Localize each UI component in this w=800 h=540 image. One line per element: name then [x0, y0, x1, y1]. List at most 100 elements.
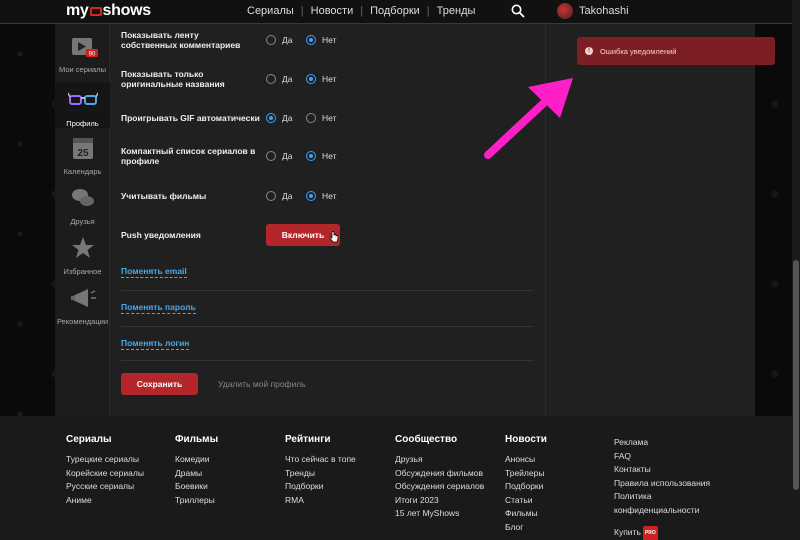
sidebar-item-my-shows[interactable]: 90 Мои сериалы [55, 32, 110, 80]
footer-link[interactable]: Итоги 2023 [395, 494, 484, 508]
calendar-badge: 25 [77, 148, 89, 159]
scrollbar-thumb[interactable] [793, 260, 799, 490]
footer-link[interactable]: Тренды [285, 467, 356, 481]
sidebar-item-favorites[interactable]: Избранное [55, 234, 110, 280]
footer-link[interactable]: Аниме [66, 494, 144, 508]
my-shows-badge: 90 [88, 52, 95, 58]
footer-link[interactable]: Комедии [175, 453, 218, 467]
save-button[interactable]: Сохранить [121, 373, 198, 395]
footer-heading: Новости [505, 434, 547, 445]
glasses-icon [66, 92, 99, 105]
radio-no[interactable]: Нет [306, 113, 336, 123]
footer-link[interactable]: Триллеры [175, 494, 218, 508]
nav-item-trends[interactable]: Тренды [430, 5, 483, 17]
setting-label: Показывать ленту собственных комментарие… [121, 30, 241, 50]
sidebar-item-friends[interactable]: Друзья [55, 184, 110, 230]
nav-item-serials[interactable]: Сериалы [240, 5, 301, 17]
notification-error-toast[interactable]: ! Ошибка уведомлений [577, 37, 775, 65]
radio-yes[interactable]: Да [266, 151, 292, 161]
footer-link[interactable]: Друзья [395, 453, 484, 467]
megaphone-icon [70, 289, 96, 307]
setting-row-own-comments: Показывать ленту собственных комментарие… [121, 30, 541, 54]
footer-heading: Рейтинги [285, 434, 331, 445]
search-icon[interactable] [511, 4, 525, 18]
main-nav: Сериалы | Новости | Подборки | Тренды [240, 5, 482, 17]
sidebar-item-label: Мои сериалы [59, 65, 106, 74]
star-icon [71, 237, 94, 258]
chat-bubbles-icon [71, 189, 94, 206]
buy-pro-link[interactable]: Купить PRO [614, 526, 734, 540]
footer-link[interactable]: Подборки [285, 480, 356, 494]
change-email-link[interactable]: Поменять email [121, 266, 187, 278]
setting-label: Push уведомления [121, 230, 201, 240]
setting-label: Учитывать фильмы [121, 191, 207, 201]
pro-badge: PRO [642, 526, 658, 540]
sidebar: 90 Мои сериалы Профиль 25 Календарь Друз… [55, 24, 110, 416]
nav-item-news[interactable]: Новости [304, 5, 361, 17]
footer-link[interactable]: Трейлеры [505, 467, 547, 481]
footer-link[interactable]: Правила использования [614, 477, 734, 491]
radio-yes[interactable]: Да [266, 35, 292, 45]
site-footer: Сериалы Турецкие сериалы Корейские сериа… [0, 416, 792, 540]
footer-col-info: Реклама FAQ Контакты Правила использован… [614, 436, 734, 540]
footer-link[interactable]: Блог [505, 521, 547, 535]
setting-label: Проигрывать GIF автоматически [121, 113, 260, 123]
footer-link[interactable]: Политика конфиденциальности [614, 490, 734, 517]
footer-link[interactable]: Анонсы [505, 453, 547, 467]
footer-link[interactable]: FAQ [614, 450, 734, 464]
nav-item-collections[interactable]: Подборки [363, 5, 427, 17]
top-header: my shows Сериалы | Новости | Подборки | Тренды … [0, 0, 792, 24]
clapperboard-icon: 90 [71, 38, 98, 58]
radio-no[interactable]: Нет [306, 151, 336, 161]
delete-profile-link[interactable]: Удалить мой профиль [218, 379, 306, 389]
footer-link[interactable]: Реклама [614, 436, 734, 450]
tv-logo-icon [89, 7, 102, 16]
footer-link[interactable]: Подборки [505, 480, 547, 494]
site-logo[interactable]: my shows [66, 2, 151, 20]
footer-heading: Сериалы [66, 434, 112, 445]
footer-col-ratings: Рейтинги Что сейчас в топе Тренды Подбор… [285, 434, 356, 507]
footer-link[interactable]: Корейские сериалы [66, 467, 144, 481]
radio-yes[interactable]: Да [266, 191, 292, 201]
footer-link[interactable]: Фильмы [505, 507, 547, 521]
footer-heading: Фильмы [175, 434, 219, 445]
footer-link[interactable]: Боевики [175, 480, 218, 494]
radio-no[interactable]: Нет [306, 191, 336, 201]
footer-heading: Сообщество [395, 434, 458, 445]
page-scrollbar[interactable] [792, 0, 800, 540]
radio-yes[interactable]: Да [266, 113, 292, 123]
footer-link[interactable]: Драмы [175, 467, 218, 481]
footer-link[interactable]: Турецкие сериалы [66, 453, 144, 467]
setting-label: Показывать только оригинальные названия [121, 69, 225, 89]
radio-yes[interactable]: Да [266, 74, 292, 84]
sidebar-item-profile[interactable]: Профиль [55, 82, 110, 128]
footer-link[interactable]: Статьи [505, 494, 547, 508]
footer-col-movies: Фильмы Комедии Драмы Боевики Триллеры [175, 434, 218, 507]
footer-link[interactable]: Русские сериалы [66, 480, 144, 494]
divider [121, 360, 534, 361]
radio-no[interactable]: Нет [306, 35, 336, 45]
hand-cursor-icon [329, 231, 339, 243]
change-login-link[interactable]: Поменять логин [121, 338, 190, 350]
footer-col-serials: Сериалы Турецкие сериалы Корейские сериа… [66, 434, 144, 507]
footer-link[interactable]: Обсуждения фильмов [395, 467, 484, 481]
footer-link[interactable]: Обсуждения сериалов [395, 480, 484, 494]
user-menu[interactable]: Takohashi [557, 3, 629, 19]
footer-col-news: Новости Анонсы Трейлеры Подборки Статьи … [505, 434, 547, 534]
change-password-link[interactable]: Поменять пароль [121, 302, 196, 314]
calendar-icon: 25 [72, 138, 93, 159]
footer-link[interactable]: RMA [285, 494, 356, 508]
username: Takohashi [579, 5, 629, 17]
sidebar-item-recommendations[interactable]: Рекомендации [55, 284, 110, 330]
footer-link[interactable]: 15 лет MyShows [395, 507, 484, 521]
radio-no[interactable]: Нет [306, 74, 336, 84]
footer-link[interactable]: Что сейчас в топе [285, 453, 356, 467]
setting-row-count-movies: Учитывать фильмы Да Нет [121, 191, 541, 205]
sidebar-item-calendar[interactable]: 25 Календарь [55, 134, 110, 180]
sidebar-item-label: Избранное [63, 267, 102, 276]
footer-link[interactable]: Контакты [614, 463, 734, 477]
sidebar-item-label: Друзья [70, 217, 95, 226]
divider [121, 326, 534, 327]
setting-label: Компактный список сериалов в профиле [121, 146, 256, 166]
sidebar-item-label: Рекомендации [56, 317, 109, 326]
